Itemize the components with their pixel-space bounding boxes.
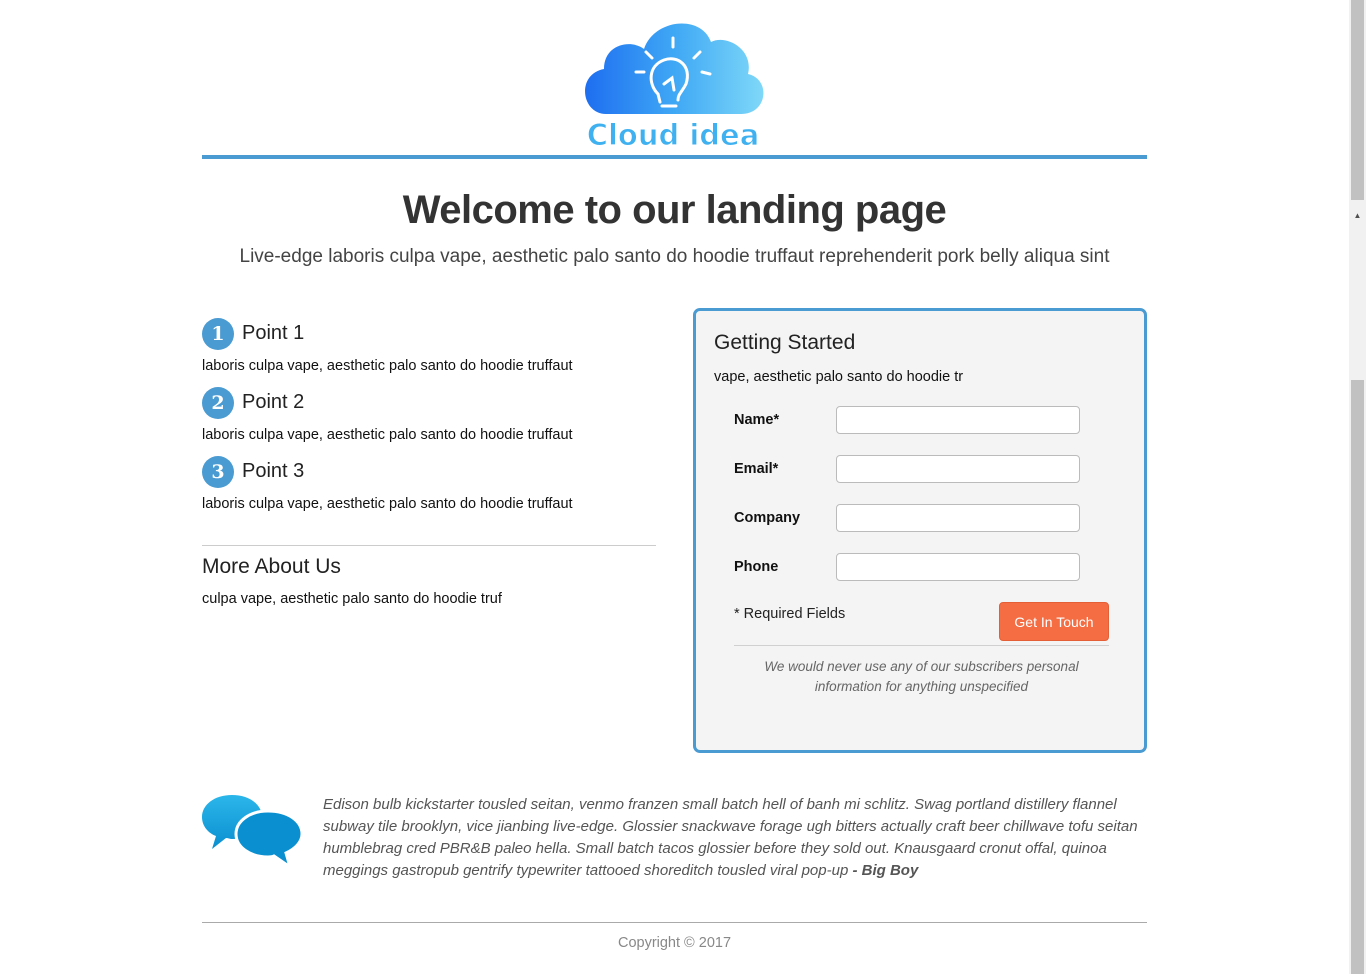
phone-field[interactable] [836, 553, 1080, 581]
about-text: culpa vape, aesthetic palo santo do hood… [202, 591, 502, 607]
about-divider [202, 545, 656, 546]
phone-label: Phone [734, 559, 779, 575]
page-subtitle: Live-edge laboris culpa vape, aesthetic … [239, 246, 1110, 267]
point-text: laboris culpa vape, aesthetic palo santo… [202, 358, 573, 374]
scrollbar-thumb[interactable] [1351, 380, 1364, 974]
header-divider [202, 155, 1147, 159]
point-item: 3 Point 3 laboris culpa vape, aesthetic … [202, 456, 657, 525]
speech-bubbles-icon [202, 793, 304, 871]
privacy-note: We would never use any of our subscriber… [764, 659, 1079, 694]
point-item: 2 Point 2 laboris culpa vape, aesthetic … [202, 387, 657, 456]
name-label: Name* [734, 412, 780, 428]
testimonial-author: - Big Boy [852, 862, 919, 879]
number-two-icon: 2 [202, 387, 234, 419]
required-fields-note: * Required Fields [734, 606, 846, 622]
page-title: Welcome to our landing page [402, 188, 947, 232]
point-title: Point 1 [242, 322, 305, 344]
logo-wordmark: Cloud idea [587, 118, 760, 152]
number-one-icon: 1 [202, 318, 234, 350]
scrollbar-track-upper[interactable] [1351, 0, 1364, 200]
copyright-text: Copyright © 2017 [617, 935, 732, 951]
signup-form-panel: Getting Started vape, aesthetic palo san… [693, 308, 1147, 753]
point-text: laboris culpa vape, aesthetic palo santo… [202, 496, 573, 512]
footer-divider [202, 922, 1147, 923]
point-title: Point 2 [242, 391, 305, 413]
testimonial-text: Edison bulb kickstarter tousled seitan, … [323, 796, 1138, 879]
point-title: Point 3 [242, 460, 305, 482]
email-label: Email* [734, 461, 779, 477]
point-text: laboris culpa vape, aesthetic palo santo… [202, 427, 573, 443]
points-list: 1 Point 1 laboris culpa vape, aesthetic … [202, 318, 657, 525]
scroll-up-arrow-icon[interactable]: ▲ [1349, 207, 1366, 224]
get-in-touch-button[interactable]: Get In Touch [999, 602, 1109, 641]
cloud-lightbulb-icon: Cloud idea [585, 23, 764, 152]
cloud-idea-logo[interactable]: Cloud idea [576, 14, 770, 152]
email-field[interactable] [836, 455, 1080, 483]
company-field[interactable] [836, 504, 1080, 532]
vertical-scrollbar[interactable]: ▲ [1349, 0, 1366, 974]
point-item: 1 Point 1 laboris culpa vape, aesthetic … [202, 318, 657, 387]
form-divider [734, 645, 1109, 646]
testimonial-quote: Edison bulb kickstarter tousled seitan, … [323, 794, 1148, 882]
company-label: Company [734, 510, 801, 526]
name-field[interactable] [836, 406, 1080, 434]
form-title: Getting Started [714, 331, 856, 354]
form-description: vape, aesthetic palo santo do hoodie tr [714, 369, 964, 385]
about-title: More About Us [202, 555, 341, 578]
number-three-icon: 3 [202, 456, 234, 488]
